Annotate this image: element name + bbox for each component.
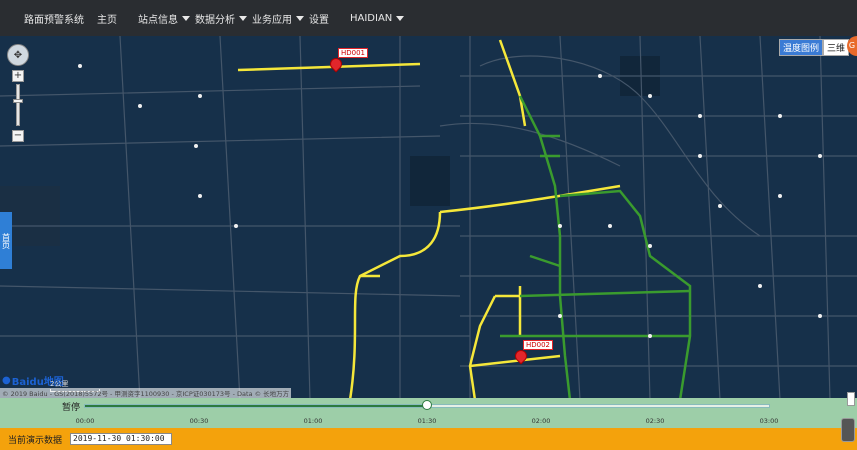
timeline-progress <box>85 405 427 407</box>
3d-view-button[interactable]: 三维 <box>822 39 849 56</box>
station-label: HD001 <box>338 48 369 58</box>
pause-button[interactable]: 暂停 <box>62 400 80 413</box>
status-bar: 当前演示数据 2019-11-30 01:30:00 <box>0 428 857 450</box>
chevron-down-icon <box>296 15 304 21</box>
timeline-thumb[interactable] <box>422 400 432 410</box>
nav-home[interactable]: 主页 <box>97 0 117 36</box>
map-layer-switch: 温度图例 三维 <box>778 39 849 56</box>
nav-station-info[interactable]: 站点信息 <box>138 0 190 36</box>
map-base-layer <box>0 36 857 400</box>
timeline-tick-label: 03:00 <box>759 417 779 425</box>
map-view[interactable]: ✥ + − 温度图例 三维 G HD001 HD002 首页 ● Baidu地图… <box>0 36 857 400</box>
chevron-down-icon <box>182 15 190 21</box>
playback-timeline: 暂停 00:00 00:30 01:00 01:30 02:00 02:30 03:00 <box>0 398 857 428</box>
timeline-track[interactable]: 00:00 00:30 01:00 01:30 02:00 02:30 03:00 <box>76 400 778 425</box>
timeline-tick-label: 02:00 <box>531 417 551 425</box>
nav-settings[interactable]: 设置 <box>309 0 329 36</box>
left-side-tab[interactable]: 首页 <box>0 212 12 269</box>
map-pin-icon <box>327 55 345 73</box>
zoom-control: ✥ + − <box>7 44 29 142</box>
brand-title[interactable]: 路面预警系统 <box>24 0 84 36</box>
current-data-label: 当前演示数据 <box>8 435 63 446</box>
nav-data-analysis[interactable]: 数据分析 <box>195 0 247 36</box>
timeline-tick-label: 02:30 <box>645 417 665 425</box>
app-root: 路面预警系统 主页 站点信息 数据分析 业务应用 设置 HAIDIAN ✥ + … <box>0 0 857 450</box>
current-time-field[interactable]: 2019-11-30 01:30:00 <box>70 433 173 445</box>
station-marker-hd001[interactable]: HD001 <box>327 48 369 73</box>
pan-control[interactable]: ✥ <box>7 44 29 66</box>
scroll-up-handle[interactable] <box>847 392 855 406</box>
timeline-tick-label: 01:30 <box>417 417 437 425</box>
timeline-tick-label: 00:30 <box>189 417 209 425</box>
station-marker-hd002[interactable]: HD002 <box>512 340 554 365</box>
timeline-tick-label: 00:00 <box>75 417 95 425</box>
chevron-down-icon <box>396 15 405 21</box>
baidu-paw-icon: ● <box>2 375 11 386</box>
side-panel-toggle[interactable] <box>841 418 855 442</box>
zoom-slider-thumb[interactable] <box>13 99 23 103</box>
zoom-out-button[interactable]: − <box>12 130 24 142</box>
timeline-tick-label: 01:00 <box>303 417 323 425</box>
nav-business-apps[interactable]: 业务应用 <box>252 0 304 36</box>
station-label: HD002 <box>523 340 554 350</box>
zoom-in-button[interactable]: + <box>12 70 24 82</box>
zoom-slider[interactable] <box>13 84 23 126</box>
map-copyright: © 2019 Baidu - GS(2018)5572号 - 甲测资字11009… <box>0 388 292 398</box>
map-pin-icon <box>512 347 530 365</box>
nav-user-haidian[interactable]: HAIDIAN <box>350 0 405 36</box>
top-nav: 路面预警系统 主页 站点信息 数据分析 业务应用 设置 HAIDIAN <box>0 0 857 36</box>
temperature-legend-button[interactable]: 温度图例 <box>778 39 823 56</box>
chevron-down-icon <box>239 15 247 21</box>
